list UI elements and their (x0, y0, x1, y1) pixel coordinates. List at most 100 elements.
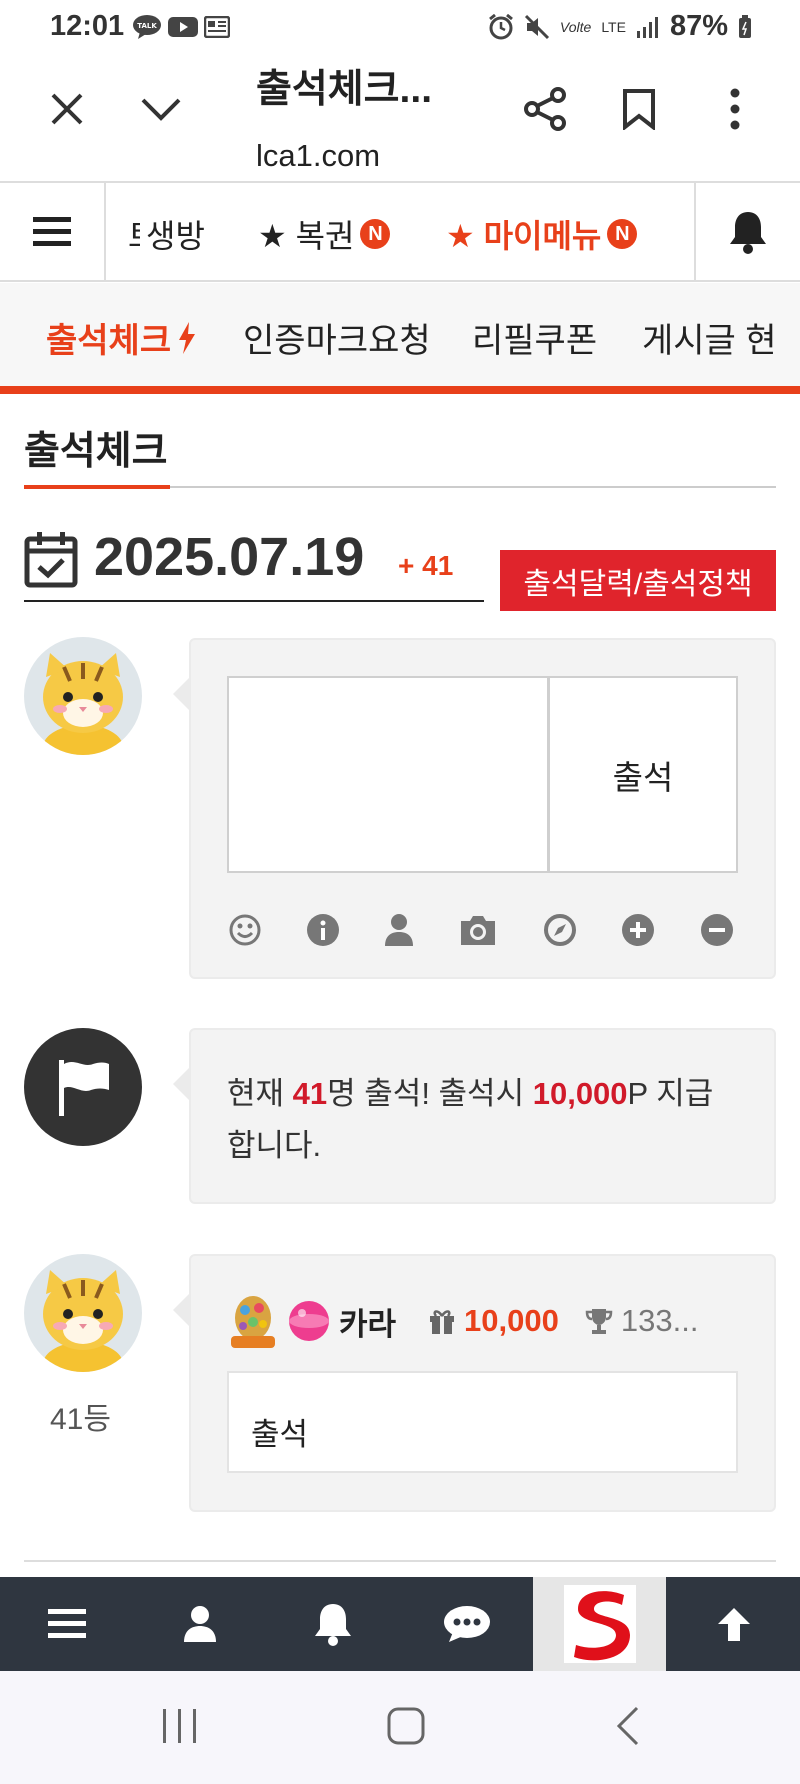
section-title: 출석체크 (24, 430, 168, 473)
camera-icon (461, 916, 495, 945)
bottom-profile-button[interactable] (133, 1577, 266, 1671)
nav-item-label: ★ 복권 (258, 218, 355, 254)
bell-icon (730, 211, 766, 254)
attendance-count: 41 (292, 1076, 328, 1111)
close-button[interactable] (36, 78, 98, 140)
info-button[interactable] (303, 910, 343, 950)
notice-suffix: P 지급 (627, 1076, 714, 1111)
attend-submit-button[interactable]: 출석 (548, 676, 738, 873)
tab-certification[interactable]: 인증마크요청 (243, 313, 431, 362)
nav-item-partial-label: 트 (128, 211, 140, 257)
level-badge-icon (231, 1296, 275, 1348)
site-nav: 트 생방 ★ 복권 N ★ 마이메뉴 N (0, 181, 800, 282)
bottom-menu-button[interactable] (0, 1577, 133, 1671)
chat-icon (443, 1606, 490, 1642)
add-button[interactable] (618, 910, 658, 950)
tab-bar: 출석체크 인증마크요청 리필쿠폰 게시글 현 (0, 283, 800, 394)
nav-item-label: ★ 마이메뉴 (446, 218, 602, 254)
more-menu-button[interactable] (704, 78, 766, 140)
home-icon (387, 1707, 425, 1745)
bottom-app-bar (0, 1577, 800, 1671)
share-icon (524, 87, 566, 131)
notice-prefix: 현재 (227, 1076, 293, 1111)
more-vertical-icon (730, 88, 740, 130)
info-icon (307, 914, 339, 946)
recent-apps-icon (163, 1709, 196, 1743)
calendar-policy-button[interactable]: 출석달력/출석정책 (500, 550, 776, 611)
avatar (24, 637, 142, 755)
svg-text:TALK: TALK (137, 22, 157, 30)
gem-icon (289, 1301, 329, 1341)
lightning-icon (179, 321, 196, 354)
entry-user-row: 카라 10,000 133... (227, 1292, 698, 1350)
bottom-chat-button[interactable] (400, 1577, 533, 1671)
signal-icon (636, 16, 658, 38)
plus-icon (622, 914, 654, 946)
tab-attendance[interactable]: 출석체크 (46, 313, 197, 362)
bottom-notification-button[interactable] (266, 1577, 399, 1671)
notification-button[interactable] (694, 183, 800, 280)
tab-label: 출석체크 (46, 322, 172, 360)
tab-label: 게시글 현 (642, 322, 777, 360)
mute-icon (524, 14, 549, 39)
s-logo-icon (563, 1585, 636, 1663)
back-icon (616, 1706, 639, 1746)
share-button[interactable] (515, 78, 577, 140)
youtube-icon (168, 17, 198, 37)
nav-item-lottery[interactable]: ★ 복권 N (258, 211, 391, 257)
status-notification-icons: TALK (132, 14, 230, 40)
tiger-avatar-icon (24, 637, 142, 755)
trophy-icon (585, 1309, 613, 1334)
flag-icon (59, 1060, 109, 1116)
bookmark-button[interactable] (608, 78, 670, 140)
tiger-avatar-icon (24, 1254, 142, 1372)
bookmark-icon (623, 89, 655, 130)
close-icon (51, 93, 83, 125)
arrow-up-icon (717, 1608, 750, 1641)
url-text[interactable]: lca1.com (256, 138, 380, 174)
trophy-count: 133... (620, 1303, 699, 1338)
camera-button[interactable] (458, 910, 498, 950)
remove-button[interactable] (697, 910, 737, 950)
tab-label: 리필쿠폰 (472, 322, 598, 360)
compass-button[interactable] (540, 910, 580, 950)
nav-item-live[interactable]: 트 생방 (128, 211, 205, 257)
user-icon (183, 1606, 216, 1642)
status-system-icons: Volte LTE 87% (488, 10, 752, 43)
entry-points: 10,000 (464, 1303, 559, 1338)
nav-item-mymenu[interactable]: ★ 마이메뉴 N (446, 211, 638, 257)
volte-label: Volte (559, 18, 592, 35)
menu-icon (47, 1609, 86, 1638)
status-bar: 12:01 TALK Volte LTE 87% (0, 0, 800, 52)
browser-toolbar: 출석체크... lca1.com (0, 52, 800, 182)
back-button[interactable] (588, 1691, 668, 1761)
site-logo-button[interactable] (533, 1577, 666, 1671)
date-display: 2025.07.19 + 41 (24, 520, 484, 602)
tab-label: 인증마크요청 (243, 322, 431, 360)
alarm-icon (488, 13, 513, 39)
site-menu-button[interactable] (0, 183, 106, 280)
status-time: 12:01 (50, 10, 125, 42)
comment-input[interactable] (227, 676, 549, 873)
user-button[interactable] (379, 910, 419, 950)
emoji-button[interactable] (225, 910, 265, 950)
home-button[interactable] (366, 1691, 446, 1761)
news-icon (204, 16, 230, 38)
recent-apps-button[interactable] (140, 1691, 220, 1761)
attendance-notice: 현재 41명 출석! 출석시 10,000P 지급 합니다. (227, 1068, 747, 1172)
username[interactable]: 카라 (339, 1299, 396, 1344)
section-divider-accent (24, 485, 170, 489)
notice-mid: 명 출석! 출석시 (327, 1076, 533, 1111)
minus-icon (701, 914, 733, 946)
menu-icon (33, 216, 71, 246)
tab-posts[interactable]: 게시글 현 (642, 313, 800, 362)
notice-line2: 합니다. (227, 1128, 322, 1163)
attendance-rank: 41등 (50, 1403, 111, 1436)
tab-refill-coupon[interactable]: 리필쿠폰 (472, 313, 597, 362)
chevron-down-icon (141, 98, 181, 121)
scroll-top-button[interactable] (667, 1577, 800, 1671)
nav-item-label: 생방 (146, 218, 205, 254)
battery-percent: 87% (669, 10, 728, 42)
minimize-button[interactable] (130, 78, 192, 140)
battery-icon (739, 14, 751, 38)
